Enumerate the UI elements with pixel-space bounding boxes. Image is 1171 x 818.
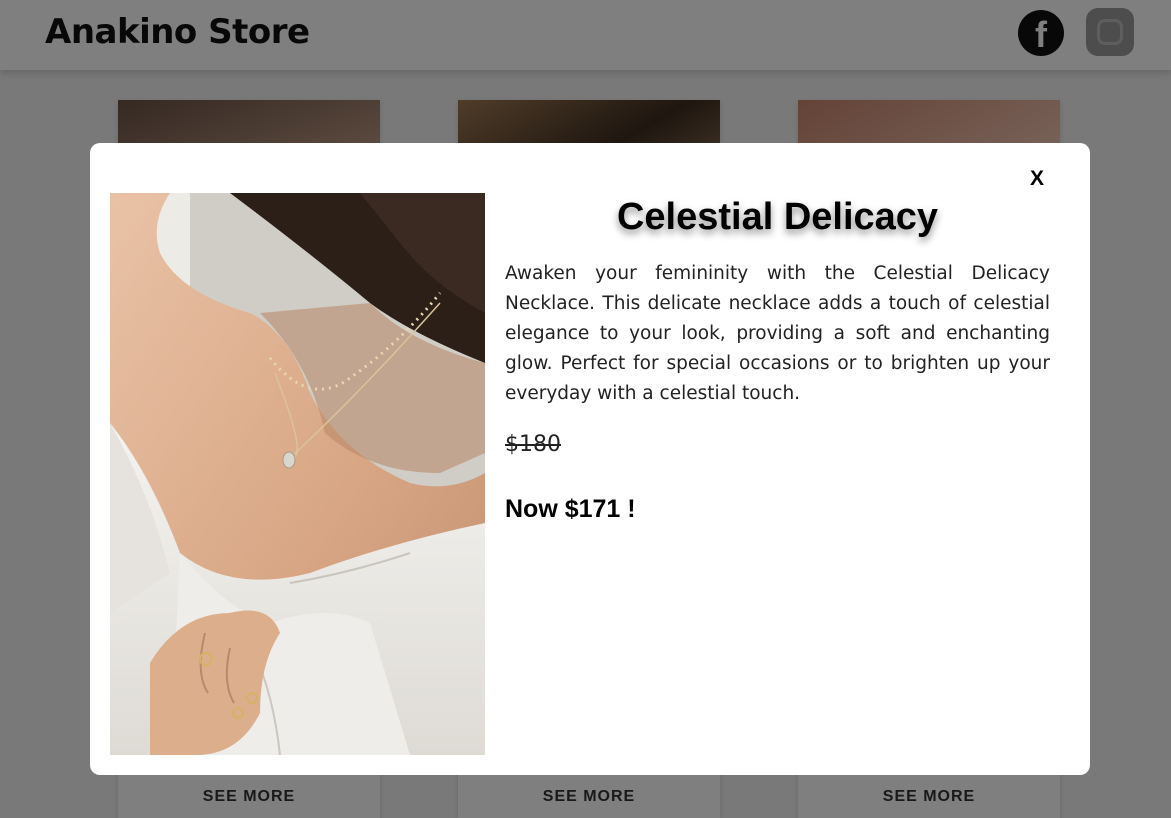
product-modal: X Celestial Delicacy Awaken your feminin… bbox=[90, 143, 1090, 775]
necklace-photo bbox=[110, 193, 485, 755]
product-image bbox=[110, 193, 485, 755]
original-price: $180 bbox=[505, 432, 561, 457]
store-page: Anakino Store f SEE MORE SEE MORE SEE MO… bbox=[0, 0, 1171, 818]
product-title: Celestial Delicacy bbox=[616, 196, 939, 238]
sale-price: Now $171 ! bbox=[505, 495, 636, 523]
close-button[interactable]: X bbox=[1014, 163, 1060, 195]
product-description: Awaken your femininity with the Celestia… bbox=[505, 263, 1050, 404]
